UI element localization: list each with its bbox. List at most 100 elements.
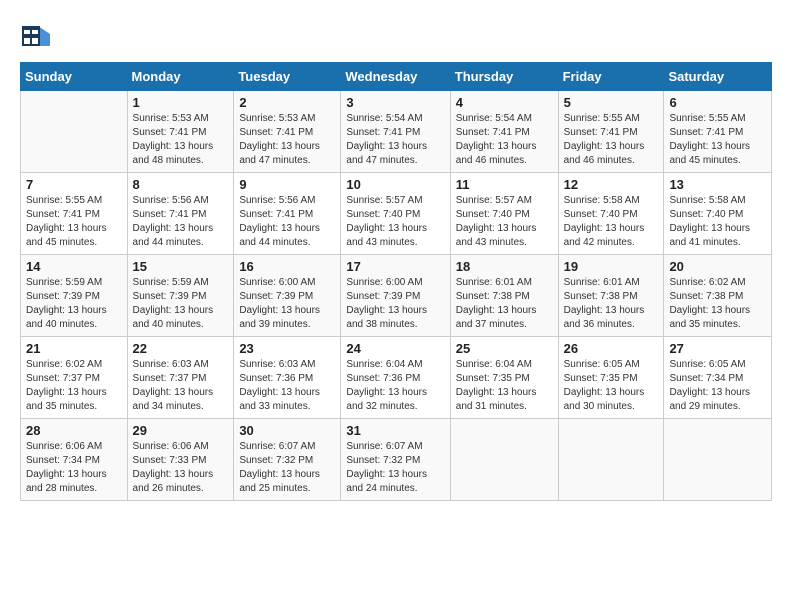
calendar-cell: 7 Sunrise: 5:55 AMSunset: 7:41 PMDaylight… [21, 173, 128, 255]
day-number: 1 [133, 95, 229, 110]
weekday-header: Saturday [664, 63, 772, 91]
calendar-cell: 30Sunrise: 6:07 AMSunset: 7:32 PMDayligh… [234, 419, 341, 501]
day-number: 7 [26, 177, 122, 192]
day-info: Sunrise: 6:03 AMSunset: 7:36 PMDaylight:… [239, 358, 335, 414]
day-number: 13 [669, 177, 766, 192]
day-info: Sunrise: 6:00 AMSunset: 7:39 PMDaylight:… [239, 276, 335, 332]
logo [20, 20, 56, 52]
day-info: Sunrise: 5:54 AMSunset: 7:41 PMDaylight:… [456, 112, 553, 168]
calendar-cell: 21Sunrise: 6:02 AMSunset: 7:37 PMDayligh… [21, 337, 128, 419]
day-number: 4 [456, 95, 553, 110]
weekday-header: Sunday [21, 63, 128, 91]
day-info: Sunrise: 5:53 AMSunset: 7:41 PMDaylight:… [133, 112, 229, 168]
calendar-table: SundayMondayTuesdayWednesdayThursdayFrid… [20, 62, 772, 501]
day-number: 26 [564, 341, 659, 356]
day-number: 25 [456, 341, 553, 356]
day-number: 3 [346, 95, 444, 110]
day-number: 24 [346, 341, 444, 356]
calendar-cell: 23 Sunrise: 6:03 AMSunset: 7:36 PMDayligh… [234, 337, 341, 419]
calendar-cell [664, 419, 772, 501]
calendar-cell [21, 91, 128, 173]
calendar-cell: 27 Sunrise: 6:05 AMSunset: 7:34 PMDayligh… [664, 337, 772, 419]
day-info: Sunrise: 6:03 AMSunset: 7:37 PMDaylight:… [133, 358, 229, 414]
day-info: Sunrise: 6:01 AMSunset: 7:38 PMDaylight:… [456, 276, 553, 332]
day-number: 31 [346, 423, 444, 438]
day-number: 29 [133, 423, 229, 438]
calendar-cell: 3 Sunrise: 5:54 AMSunset: 7:41 PMDaylight… [341, 91, 450, 173]
weekday-header-row: SundayMondayTuesdayWednesdayThursdayFrid… [21, 63, 772, 91]
calendar-cell: 24 Sunrise: 6:04 AMSunset: 7:36 PMDayligh… [341, 337, 450, 419]
day-info: Sunrise: 6:04 AMSunset: 7:36 PMDaylight:… [346, 358, 444, 414]
calendar-cell: 10 Sunrise: 5:57 AMSunset: 7:40 PMDayligh… [341, 173, 450, 255]
day-info: Sunrise: 5:58 AMSunset: 7:40 PMDaylight:… [564, 194, 659, 250]
day-info: Sunrise: 6:05 AMSunset: 7:34 PMDaylight:… [669, 358, 766, 414]
calendar-week-row: 7 Sunrise: 5:55 AMSunset: 7:41 PMDaylight… [21, 173, 772, 255]
day-info: Sunrise: 6:02 AMSunset: 7:38 PMDaylight:… [669, 276, 766, 332]
day-info: Sunrise: 5:59 AMSunset: 7:39 PMDaylight:… [26, 276, 122, 332]
day-number: 6 [669, 95, 766, 110]
calendar-cell: 4 Sunrise: 5:54 AMSunset: 7:41 PMDaylight… [450, 91, 558, 173]
day-info: Sunrise: 6:06 AMSunset: 7:33 PMDaylight:… [133, 440, 229, 496]
day-info: Sunrise: 6:04 AMSunset: 7:35 PMDaylight:… [456, 358, 553, 414]
calendar-cell: 29 Sunrise: 6:06 AMSunset: 7:33 PMDayligh… [127, 419, 234, 501]
day-info: Sunrise: 5:55 AMSunset: 7:41 PMDaylight:… [564, 112, 659, 168]
calendar-cell: 6 Sunrise: 5:55 AMSunset: 7:41 PMDaylight… [664, 91, 772, 173]
day-number: 20 [669, 259, 766, 274]
day-number: 17 [346, 259, 444, 274]
calendar-cell: 20 Sunrise: 6:02 AMSunset: 7:38 PMDayligh… [664, 255, 772, 337]
calendar-cell: 17Sunrise: 6:00 AMSunset: 7:39 PMDayligh… [341, 255, 450, 337]
weekday-header: Thursday [450, 63, 558, 91]
calendar-cell: 11 Sunrise: 5:57 AMSunset: 7:40 PMDayligh… [450, 173, 558, 255]
day-info: Sunrise: 5:54 AMSunset: 7:41 PMDaylight:… [346, 112, 444, 168]
day-number: 23 [239, 341, 335, 356]
day-info: Sunrise: 5:56 AMSunset: 7:41 PMDaylight:… [133, 194, 229, 250]
day-info: Sunrise: 5:53 AMSunset: 7:41 PMDaylight:… [239, 112, 335, 168]
calendar-cell: 26 Sunrise: 6:05 AMSunset: 7:35 PMDayligh… [558, 337, 664, 419]
day-number: 11 [456, 177, 553, 192]
calendar-cell: 14 Sunrise: 5:59 AMSunset: 7:39 PMDayligh… [21, 255, 128, 337]
weekday-header: Wednesday [341, 63, 450, 91]
day-number: 14 [26, 259, 122, 274]
day-number: 9 [239, 177, 335, 192]
calendar-cell: 9Sunrise: 5:56 AMSunset: 7:41 PMDaylight… [234, 173, 341, 255]
calendar-week-row: 28Sunrise: 6:06 AMSunset: 7:34 PMDayligh… [21, 419, 772, 501]
header [20, 20, 772, 52]
calendar-week-row: 14 Sunrise: 5:59 AMSunset: 7:39 PMDayligh… [21, 255, 772, 337]
day-info: Sunrise: 6:06 AMSunset: 7:34 PMDaylight:… [26, 440, 122, 496]
day-info: Sunrise: 5:57 AMSunset: 7:40 PMDaylight:… [346, 194, 444, 250]
calendar-cell: 16Sunrise: 6:00 AMSunset: 7:39 PMDayligh… [234, 255, 341, 337]
day-number: 5 [564, 95, 659, 110]
day-number: 18 [456, 259, 553, 274]
day-info: Sunrise: 5:55 AMSunset: 7:41 PMDaylight:… [26, 194, 122, 250]
calendar-cell: 15 Sunrise: 5:59 AMSunset: 7:39 PMDayligh… [127, 255, 234, 337]
calendar-cell: 5 Sunrise: 5:55 AMSunset: 7:41 PMDaylight… [558, 91, 664, 173]
calendar-cell: 31 Sunrise: 6:07 AMSunset: 7:32 PMDayligh… [341, 419, 450, 501]
day-number: 8 [133, 177, 229, 192]
day-info: Sunrise: 6:07 AMSunset: 7:32 PMDaylight:… [346, 440, 444, 496]
calendar-week-row: 1 Sunrise: 5:53 AMSunset: 7:41 PMDaylight… [21, 91, 772, 173]
day-number: 27 [669, 341, 766, 356]
day-info: Sunrise: 6:05 AMSunset: 7:35 PMDaylight:… [564, 358, 659, 414]
day-number: 2 [239, 95, 335, 110]
day-info: Sunrise: 5:59 AMSunset: 7:39 PMDaylight:… [133, 276, 229, 332]
calendar-cell [558, 419, 664, 501]
day-number: 30 [239, 423, 335, 438]
calendar-week-row: 21Sunrise: 6:02 AMSunset: 7:37 PMDayligh… [21, 337, 772, 419]
calendar-cell: 13 Sunrise: 5:58 AMSunset: 7:40 PMDayligh… [664, 173, 772, 255]
day-info: Sunrise: 5:58 AMSunset: 7:40 PMDaylight:… [669, 194, 766, 250]
day-info: Sunrise: 6:02 AMSunset: 7:37 PMDaylight:… [26, 358, 122, 414]
calendar-cell: 1 Sunrise: 5:53 AMSunset: 7:41 PMDaylight… [127, 91, 234, 173]
day-info: Sunrise: 5:55 AMSunset: 7:41 PMDaylight:… [669, 112, 766, 168]
day-info: Sunrise: 5:57 AMSunset: 7:40 PMDaylight:… [456, 194, 553, 250]
weekday-header: Tuesday [234, 63, 341, 91]
calendar-cell: 8 Sunrise: 5:56 AMSunset: 7:41 PMDaylight… [127, 173, 234, 255]
day-number: 10 [346, 177, 444, 192]
day-number: 19 [564, 259, 659, 274]
weekday-header: Monday [127, 63, 234, 91]
calendar-cell [450, 419, 558, 501]
calendar-cell: 25 Sunrise: 6:04 AMSunset: 7:35 PMDayligh… [450, 337, 558, 419]
calendar-cell: 18 Sunrise: 6:01 AMSunset: 7:38 PMDayligh… [450, 255, 558, 337]
calendar-cell: 2 Sunrise: 5:53 AMSunset: 7:41 PMDaylight… [234, 91, 341, 173]
day-number: 15 [133, 259, 229, 274]
logo-icon [20, 20, 52, 52]
